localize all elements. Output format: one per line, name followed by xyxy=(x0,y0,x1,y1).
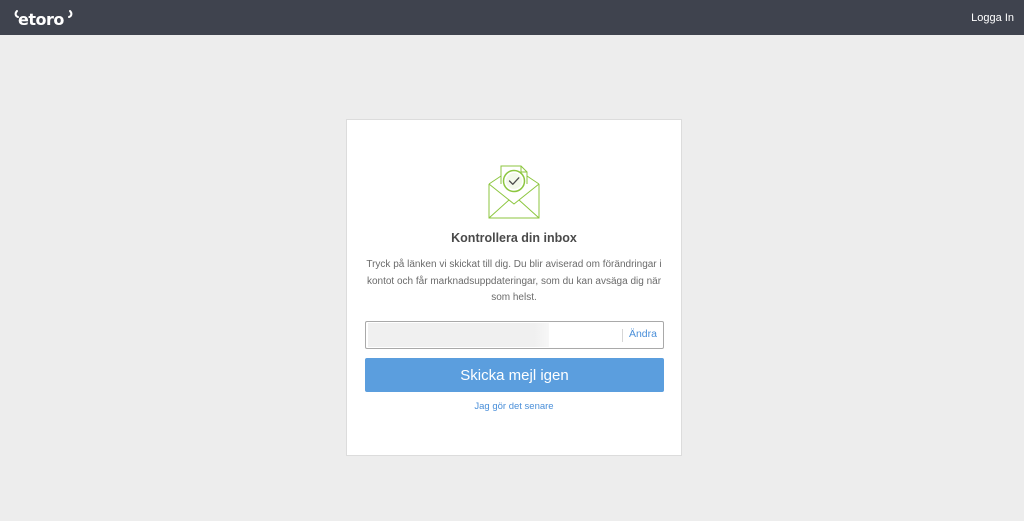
email-input[interactable] xyxy=(368,323,549,347)
change-email-link[interactable]: Ändra xyxy=(629,328,657,340)
description-text: Tryck på länken vi skickat till dig. Du … xyxy=(366,259,662,303)
verification-card: Kontrollera din inbox Tryck på länken vi… xyxy=(346,119,682,456)
page-title: Kontrollera din inbox xyxy=(451,231,577,245)
etoro-logo[interactable]: etoro xyxy=(14,7,76,29)
login-link[interactable]: Logga In xyxy=(971,12,1014,24)
resend-email-button[interactable]: Skicka mejl igen xyxy=(365,358,664,392)
top-bar: etoro Logga In xyxy=(0,0,1024,35)
do-it-later-link[interactable]: Jag gör det senare xyxy=(347,401,681,412)
logo-text: etoro xyxy=(18,10,64,29)
field-divider xyxy=(622,329,623,342)
envelope-check-icon xyxy=(487,160,541,220)
email-field: Ändra xyxy=(365,321,664,349)
etoro-logo-mark: etoro xyxy=(14,9,73,29)
